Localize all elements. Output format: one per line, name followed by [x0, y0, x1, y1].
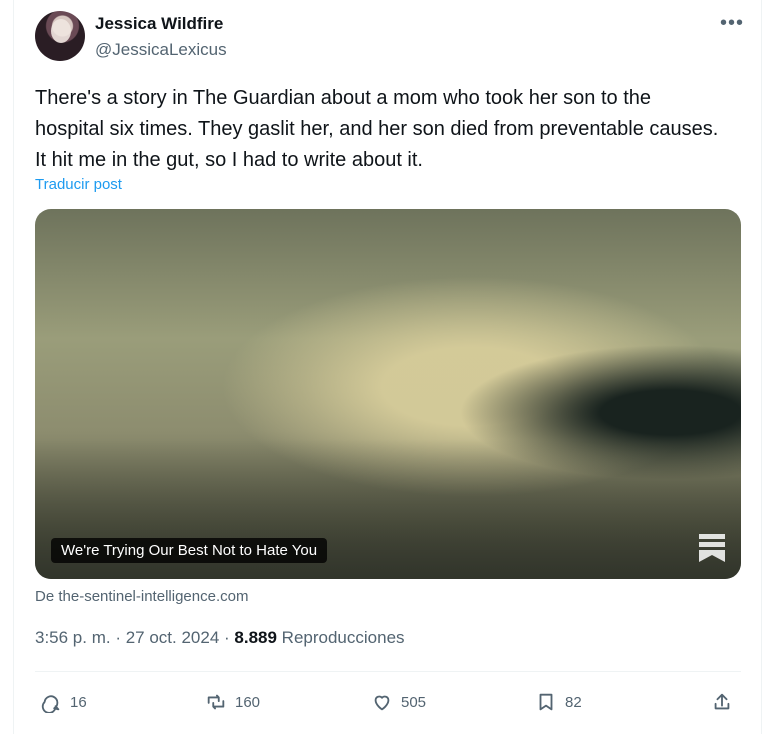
share-icon — [714, 693, 730, 710]
like-button[interactable]: 505 — [371, 686, 426, 718]
translate-post-link[interactable]: Traducir post — [35, 176, 122, 193]
divider — [35, 671, 741, 672]
repost-button[interactable]: 160 — [205, 686, 260, 718]
source-link[interactable]: De the-sentinel-intelligence.com — [35, 588, 248, 605]
repost-count: 160 — [235, 693, 261, 711]
post-meta: 3:56 p. m. · 27 oct. 2024 · 8.889 Reprod… — [35, 628, 405, 648]
bookmark-count: 82 — [565, 693, 582, 711]
tweet-frame: Jessica Wildfire @JessicaLexicus ••• The… — [0, 0, 770, 734]
timestamp[interactable]: 3:56 p. m. · 27 oct. 2024 · — [35, 628, 234, 647]
author-handle[interactable]: @JessicaLexicus — [95, 40, 227, 60]
bookmark-button[interactable]: 82 — [535, 686, 582, 718]
view-label: Reproducciones — [281, 628, 405, 647]
post-card: Jessica Wildfire @JessicaLexicus ••• The… — [13, 0, 762, 734]
view-count: 8.889 — [234, 628, 277, 647]
avatar[interactable] — [35, 11, 85, 61]
author-name[interactable]: Jessica Wildfire — [95, 14, 223, 34]
post-text: There's a story in The Guardian about a … — [35, 87, 719, 171]
media-title: We're Trying Our Best Not to Hate You — [51, 538, 328, 563]
bookmark-icon — [539, 693, 553, 711]
reply-button[interactable]: 16 — [40, 686, 87, 718]
like-count: 505 — [401, 693, 427, 711]
bookmark-badge-icon — [698, 533, 726, 563]
reply-count: 16 — [70, 693, 87, 711]
media-card[interactable]: We're Trying Our Best Not to Hate You — [35, 209, 741, 579]
reply-icon — [41, 695, 60, 713]
heart-icon — [374, 695, 390, 711]
action-bar: 16 160 505 82 — [35, 686, 741, 718]
share-button[interactable] — [711, 686, 733, 718]
repost-icon — [207, 694, 225, 710]
more-options-icon[interactable]: ••• — [720, 13, 743, 33]
